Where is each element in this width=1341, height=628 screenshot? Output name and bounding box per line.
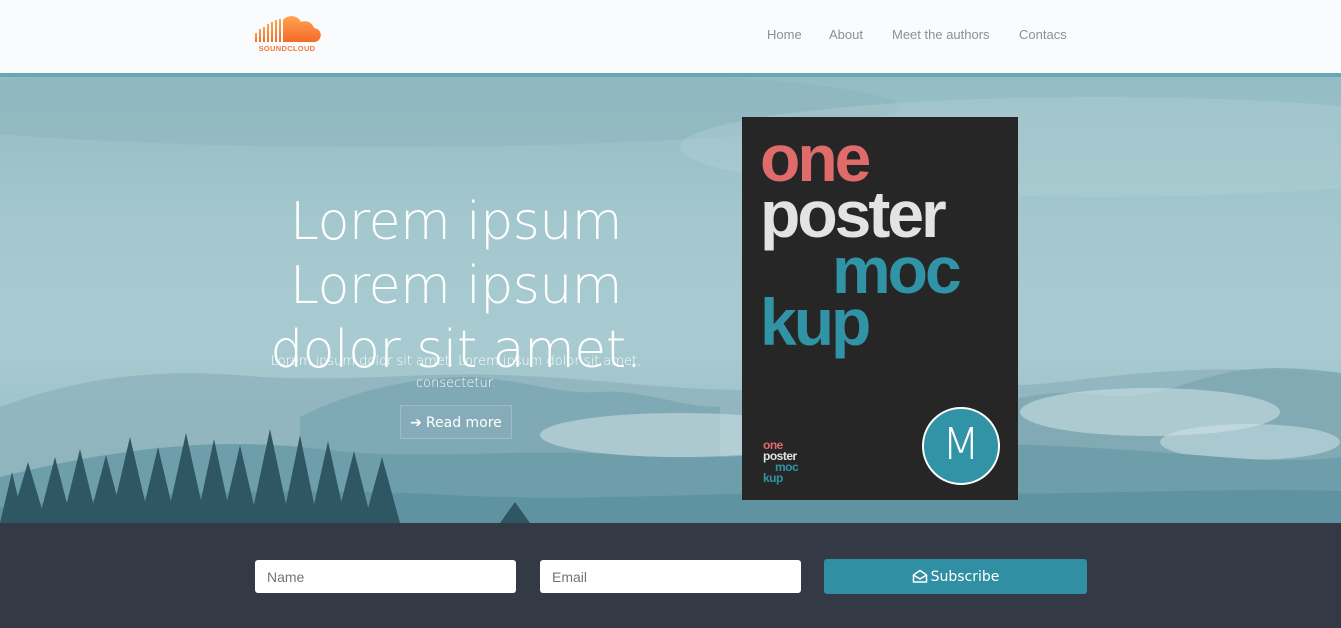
read-more-label: Read more	[425, 415, 502, 431]
email-input[interactable]	[540, 560, 801, 593]
nav-about[interactable]: About	[829, 27, 863, 42]
poster-mockup-image: one poster moc kup one poster moc kup M	[742, 117, 1018, 500]
poster-word-kup: kup	[760, 285, 871, 359]
subscribe-section: Subscribe	[0, 523, 1341, 628]
mountain-forest-background	[0, 77, 1341, 523]
subscribe-button[interactable]: Subscribe	[824, 559, 1087, 594]
read-more-button[interactable]: ➔ Read more	[400, 405, 512, 439]
small-logo-kup: kup	[763, 471, 783, 485]
hero-subtitle: Lorem ipsum dolor sit amet. Lorem ipsum …	[270, 354, 642, 391]
subscribe-label: Subscribe	[930, 569, 1000, 585]
hero-title-line-2: Lorem ipsum	[290, 255, 622, 316]
poster-m-badge: M	[922, 407, 1000, 485]
arrow-right-icon: ➔	[410, 415, 422, 431]
top-navbar: SOUNDCLOUD Home About Meet the authors C…	[0, 0, 1341, 77]
main-nav: Home About Meet the authors Contacs	[0, 27, 1341, 47]
nav-meet-the-authors[interactable]: Meet the authors	[892, 27, 990, 42]
poster-small-logo: one poster moc kup	[763, 439, 799, 485]
nav-home[interactable]: Home	[767, 27, 802, 42]
hero-section: Lorem ipsum Lorem ipsum dolor sit amet. …	[0, 77, 1341, 523]
envelope-open-icon	[912, 569, 927, 583]
hero-title-line-1: Lorem ipsum	[290, 191, 622, 252]
name-input[interactable]	[255, 560, 516, 593]
nav-contacts[interactable]: Contacs	[1019, 27, 1067, 42]
